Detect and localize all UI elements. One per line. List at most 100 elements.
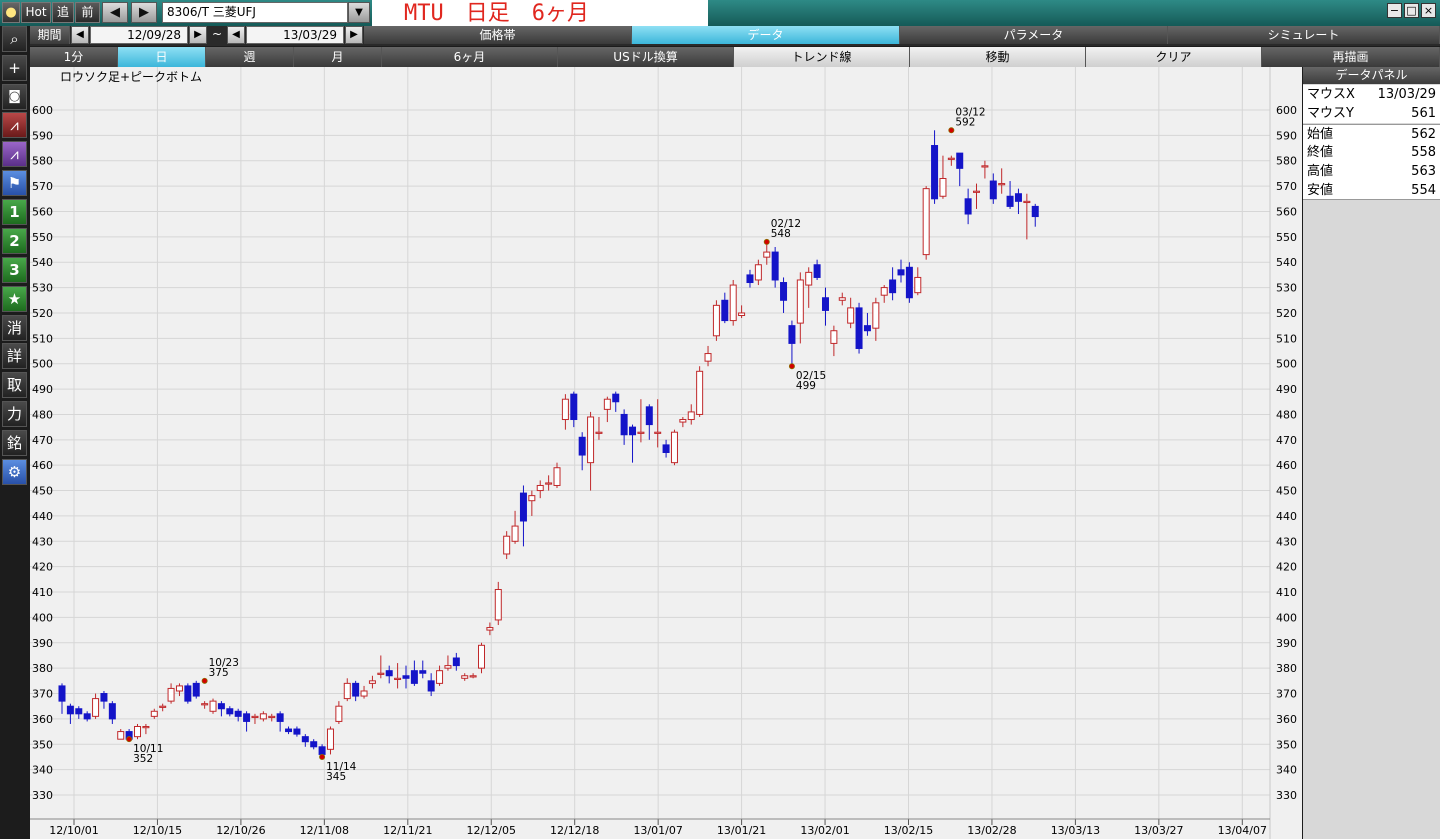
panel-key: 終値 (1307, 145, 1334, 160)
candle-down (276, 713, 284, 722)
x-tick-label: 12/10/26 (216, 824, 265, 837)
candle-up (872, 302, 880, 329)
candle-down (352, 682, 360, 697)
maximize-button[interactable]: □ (1404, 3, 1419, 18)
candle-up (201, 703, 209, 706)
period-to-forward-button[interactable]: ▶ (345, 26, 363, 44)
y-tick-label-right: 600 (1276, 104, 1297, 117)
y-tick-label-right: 360 (1276, 713, 1297, 726)
x-tick-label: 13/02/01 (800, 824, 849, 837)
candle-up (796, 279, 804, 324)
erase-button[interactable]: 消 (2, 315, 27, 341)
peak-bottom-marker (788, 363, 795, 370)
trade-button[interactable]: 取 (2, 372, 27, 398)
candle-up (511, 525, 519, 542)
candle-down (889, 279, 897, 294)
detail-button[interactable]: 詳 (2, 343, 27, 369)
bulb-icon[interactable]: ● (2, 2, 20, 23)
preset-3-button[interactable]: 3 (2, 257, 27, 283)
candle-up (159, 705, 167, 708)
tab-data[interactable]: データ (632, 26, 900, 44)
back-arrow-button[interactable]: ◀ (102, 2, 128, 23)
peak-bottom-value: 345 (326, 771, 346, 783)
candle-up (595, 431, 603, 434)
prev-button[interactable]: 前 (75, 2, 100, 23)
y-tick-label-right: 530 (1276, 282, 1297, 295)
minimize-button[interactable]: − (1387, 3, 1402, 18)
candle-down (310, 741, 318, 748)
candle-down (863, 325, 871, 332)
period-from-field[interactable]: 12/09/28 (90, 26, 188, 44)
star-icon[interactable]: ★ (2, 286, 27, 312)
period-to-back-button[interactable]: ◀ (227, 26, 245, 44)
forward-arrow-button[interactable]: ▶ (131, 2, 157, 23)
timeframe-monthly[interactable]: 月 (294, 47, 382, 67)
timeframe-1min[interactable]: 1分 (30, 47, 118, 67)
y-tick-label-right: 480 (1276, 408, 1297, 421)
panel-value: 561 (1411, 106, 1436, 121)
close-button[interactable]: × (1421, 3, 1436, 18)
input-button[interactable]: 力 (2, 401, 27, 427)
tab-simulate[interactable]: シミュレート (1168, 26, 1440, 44)
candle-down (410, 670, 418, 684)
candle-up (838, 297, 846, 301)
tab-parameters[interactable]: パラメータ (900, 26, 1168, 44)
candle-down (75, 708, 83, 715)
candle-down (788, 325, 796, 344)
y-tick-label-right: 540 (1276, 256, 1297, 269)
chart-area[interactable]: 330 330 340 340 350 350 360 360 370 370 380 380 390 3… (30, 67, 1302, 839)
timeframe-daily[interactable]: 日 (118, 47, 206, 67)
candle-up (654, 431, 662, 434)
peak-bottom-marker (201, 677, 208, 684)
y-tick-label-right: 500 (1276, 358, 1297, 371)
y-tick-label-right: 410 (1276, 586, 1297, 599)
candle-down (452, 657, 460, 667)
period-tilde: ~ (211, 27, 223, 41)
candle-up (175, 685, 183, 692)
redraw-button[interactable]: 再描画 (1262, 47, 1440, 67)
candle-down (746, 274, 754, 284)
candle-up (805, 271, 813, 286)
candle-down (1031, 205, 1039, 218)
y-tick-label-right: 380 (1276, 662, 1297, 675)
chart-purple-icon[interactable]: ⩘ (2, 141, 27, 167)
timeframe-weekly[interactable]: 週 (206, 47, 294, 67)
usd-convert-button[interactable]: USドル換算 (558, 47, 734, 67)
candle-down (620, 413, 628, 436)
peak-bottom-value: 548 (771, 228, 791, 240)
brand-button[interactable]: 銘 (2, 430, 27, 456)
add-button[interactable]: 追 (52, 2, 74, 23)
flag-icon[interactable]: ⚑ (2, 170, 27, 196)
candle-up (368, 680, 376, 684)
period-from-forward-button[interactable]: ▶ (189, 26, 207, 44)
move-button[interactable]: 移動 (910, 47, 1086, 67)
clear-button[interactable]: クリア (1086, 47, 1262, 67)
candle-up (377, 672, 385, 675)
preset-1-button[interactable]: 1 (2, 199, 27, 225)
period-from-back-button[interactable]: ◀ (71, 26, 89, 44)
candle-up (1023, 200, 1031, 204)
plus-icon[interactable]: + (2, 55, 27, 81)
camera-icon[interactable]: ◙ (2, 84, 27, 110)
y-tick-label-right: 580 (1276, 155, 1297, 168)
panel-key: マウスY (1307, 106, 1354, 121)
y-tick-label-left: 420 (32, 561, 53, 574)
panel-key: 安値 (1307, 183, 1334, 198)
gear-icon[interactable]: ⚙ (2, 459, 27, 485)
candle-up (947, 157, 955, 160)
tab-price-band[interactable]: 価格帯 (364, 26, 632, 44)
chevron-down-icon[interactable]: ▼ (348, 2, 370, 23)
y-tick-label-left: 340 (32, 764, 53, 777)
chart-red-icon[interactable]: ⩘ (2, 112, 27, 138)
candle-up (209, 700, 217, 712)
symbol-code-field[interactable]: 8306/T 三菱UFJ (162, 2, 348, 23)
search-icon[interactable]: ⌕ (2, 26, 27, 52)
hot-button[interactable]: Hot (21, 2, 51, 23)
preset-2-button[interactable]: 2 (2, 228, 27, 254)
trendline-button[interactable]: トレンド線 (734, 47, 910, 67)
range-6months-button[interactable]: 6ヶ月 (382, 47, 558, 67)
y-tick-label-left: 520 (32, 307, 53, 320)
y-tick-label-left: 600 (32, 104, 53, 117)
candle-up (847, 307, 855, 324)
period-to-field[interactable]: 13/03/29 (246, 26, 344, 44)
